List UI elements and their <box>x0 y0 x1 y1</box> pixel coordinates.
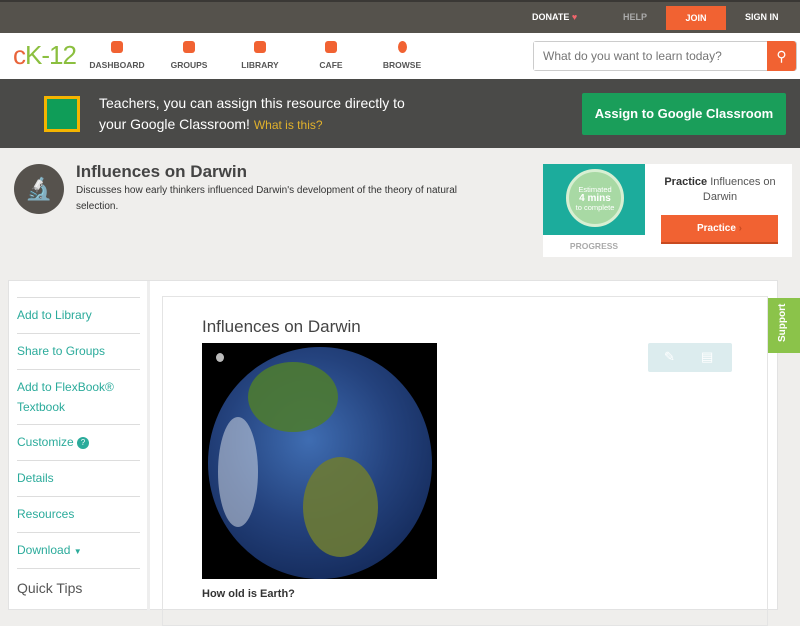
microscope-icon: 🔬 <box>14 164 64 214</box>
sidebar: Add to Library Share to Groups Add to Fl… <box>9 281 150 611</box>
heart-icon: ♥ <box>571 12 578 22</box>
practice-title: Practice Influences on Darwin <box>664 176 776 203</box>
search-button[interactable]: ⚲ <box>767 41 796 71</box>
nav-library[interactable]: LIBRARY <box>225 41 295 70</box>
notes-icon[interactable]: ▤ <box>701 349 713 365</box>
practice-button[interactable]: Practice › <box>661 215 778 244</box>
practice-card: Estimated 4 mins to complete PROGRESS Prac… <box>543 164 792 257</box>
estimate-circle: Estimated 4 mins to complete <box>566 169 624 227</box>
content-area: Add to Library Share to Groups Add to Fl… <box>8 280 778 626</box>
search-icon: ⚲ <box>776 48 787 64</box>
groups-icon <box>183 41 195 53</box>
top-bar: DONATE ♥ HELP JOIN SIGN IN <box>0 0 800 33</box>
sidebar-details[interactable]: Details <box>17 460 140 496</box>
north-america <box>248 362 338 432</box>
ck12-logo[interactable]: cK-12 <box>13 40 77 71</box>
nav-browse[interactable]: BROWSE <box>367 41 437 70</box>
quick-tips-heading: Quick Tips <box>17 568 140 608</box>
donate-link[interactable]: DONATE ♥ <box>532 12 577 22</box>
sign-in-link[interactable]: SIGN IN <box>745 12 779 22</box>
google-classroom-icon <box>44 96 80 132</box>
progress-image: Estimated 4 mins to complete <box>543 164 645 235</box>
search-input[interactable] <box>534 42 764 70</box>
support-tab[interactable]: Support <box>768 298 800 353</box>
chevron-right-icon: › <box>738 223 743 234</box>
page-description: Discusses how early thinkers influenced … <box>76 185 457 212</box>
sidebar-share-to-groups[interactable]: Share to Groups <box>17 333 140 369</box>
sidebar-add-to-flexbook[interactable]: Add to FlexBook® Textbook <box>17 369 140 424</box>
page-title: Influences on Darwin <box>76 162 247 181</box>
nav-cafe[interactable]: CAFE <box>296 41 366 70</box>
help-icon[interactable]: ? <box>77 437 90 449</box>
annotation-tools: ✎ ▤ <box>648 343 732 372</box>
progress-label: PROGRESS <box>569 241 619 251</box>
south-america <box>303 457 378 557</box>
sidebar-add-to-library[interactable]: Add to Library <box>17 297 140 333</box>
library-icon <box>254 41 266 53</box>
sidebar-customize[interactable]: Customize ? <box>17 424 140 460</box>
earth-image <box>202 343 437 579</box>
assign-google-classroom-button[interactable]: Assign to Google Classroom <box>582 93 786 135</box>
sidebar-download[interactable]: Download ▼ <box>17 532 140 568</box>
moon <box>216 353 224 362</box>
what-is-this-link[interactable]: What is this? <box>254 118 323 132</box>
google-classroom-banner: Teachers, you can assign this resource d… <box>0 79 800 148</box>
dashboard-icon <box>111 41 123 53</box>
nav-groups[interactable]: GROUPS <box>154 41 224 70</box>
content-title: Influences on Darwin <box>202 317 361 336</box>
main-content: Influences on Darwin ✎ ▤ How old is Eart… <box>162 296 768 626</box>
browse-icon <box>397 41 407 53</box>
join-button[interactable]: JOIN <box>666 6 726 30</box>
caret-down-icon: ▼ <box>73 547 82 556</box>
globe <box>208 347 432 579</box>
section-heading: How old is Earth? <box>202 588 295 600</box>
clouds <box>218 417 258 527</box>
main-nav: cK-12 DASHBOARD GROUPS LIBRARY CAFE BROW… <box>0 33 800 79</box>
sidebar-resources[interactable]: Resources <box>17 496 140 532</box>
cafe-icon <box>325 41 337 53</box>
pencil-icon[interactable]: ✎ <box>664 349 675 365</box>
search-box: ⚲ <box>533 41 797 71</box>
help-link[interactable]: HELP <box>623 12 647 22</box>
nav-dashboard[interactable]: DASHBOARD <box>82 41 152 70</box>
banner-text: Teachers, you can assign this resource d… <box>99 95 405 132</box>
